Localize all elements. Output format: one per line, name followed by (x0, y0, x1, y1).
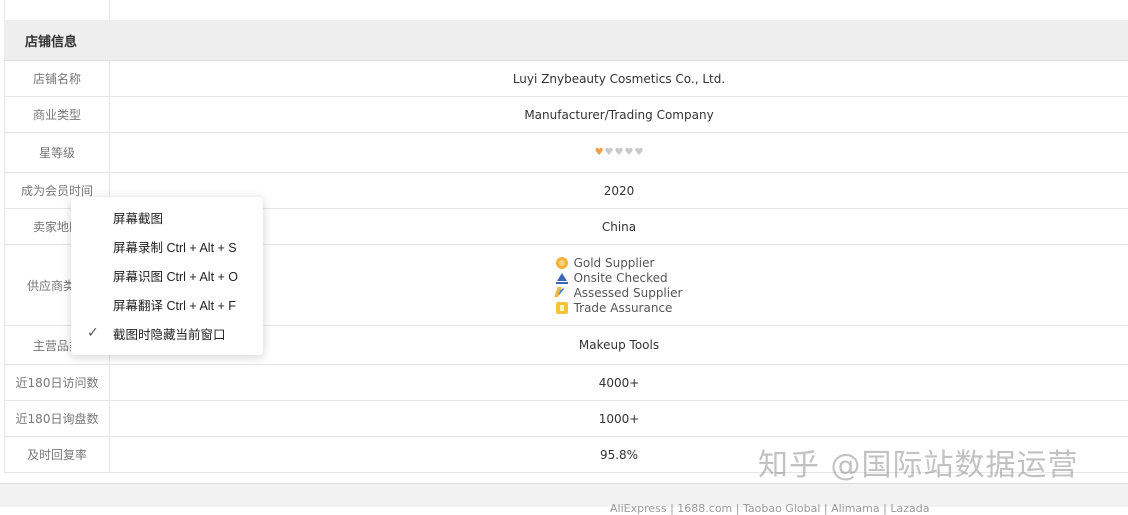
row-value: Manufacturer/Trading Company (524, 107, 714, 122)
star-rating: ♥ ♥ ♥ ♥ ♥ (594, 146, 644, 158)
supplier-type-item: Onsite Checked (555, 270, 683, 285)
supplier-type-label: Trade Assurance (573, 300, 673, 315)
row-visits-180d: 近180日访问数 4000+ (4, 365, 1128, 401)
row-value: -- (110, 0, 1128, 20)
supplier-type-list: Gold Supplier Onsite Checked Assessed Su… (555, 255, 683, 315)
page-footer: AliExpress | 1688.com | Taobao Global | … (0, 483, 1128, 515)
menu-item-screen-record[interactable]: 屏幕录制 Ctrl + Alt + S (71, 232, 263, 261)
onsite-checked-icon (555, 272, 568, 284)
watermark: 知乎 @国际站数据运营 (758, 448, 1079, 483)
footer-links[interactable]: AliExpress | 1688.com | Taobao Global | … (610, 502, 929, 515)
context-menu: 屏幕截图 屏幕录制 Ctrl + Alt + S 屏幕识图 Ctrl + Alt… (71, 197, 263, 355)
row-label: 近180日询盘数 (4, 401, 110, 436)
section-title: 店铺信息 (4, 20, 1128, 61)
menu-item-label: 屏幕翻译 Ctrl + Alt + F (113, 299, 236, 313)
row-label: 及时回复率 (4, 437, 110, 472)
star-empty-icon: ♥ (614, 146, 624, 158)
menu-item-screen-ocr[interactable]: 屏幕识图 Ctrl + Alt + O (71, 261, 263, 290)
menu-item-label: 屏幕截图 (113, 212, 164, 226)
checkmark-icon: ✓ (87, 324, 99, 340)
star-empty-icon: ♥ (624, 146, 634, 158)
menu-item-hide-window[interactable]: ✓ 截图时隐藏当前窗口 (71, 319, 263, 348)
row-label: 近180日访问数 (4, 365, 110, 400)
row-star-level: 星等级 ♥ ♥ ♥ ♥ ♥ (4, 133, 1128, 173)
row-inquiries-180d: 近180日询盘数 1000+ (4, 401, 1128, 437)
prev-row: -- (4, 0, 1128, 20)
menu-item-screenshot[interactable]: 屏幕截图 (71, 203, 263, 232)
supplier-type-label: Assessed Supplier (573, 285, 683, 300)
gold-supplier-icon (555, 256, 568, 269)
row-label: 店铺名称 (4, 61, 110, 96)
star-empty-icon: ♥ (604, 146, 614, 158)
row-value: 1000+ (598, 411, 640, 426)
supplier-type-item: Trade Assurance (555, 300, 683, 315)
row-value: Luyi Znybeauty Cosmetics Co., Ltd. (512, 71, 726, 86)
row-store-name: 店铺名称 Luyi Znybeauty Cosmetics Co., Ltd. (4, 61, 1128, 97)
menu-item-screen-translate[interactable]: 屏幕翻译 Ctrl + Alt + F (71, 290, 263, 319)
row-label (4, 0, 110, 20)
supplier-type-item: Assessed Supplier (556, 285, 683, 300)
trade-assurance-icon (555, 301, 568, 314)
menu-item-label: 截图时隐藏当前窗口 (113, 328, 226, 342)
row-label: 星等级 (4, 133, 110, 172)
row-value: 4000+ (598, 375, 640, 390)
supplier-type-label: Gold Supplier (573, 255, 655, 270)
row-business-type: 商业类型 Manufacturer/Trading Company (4, 97, 1128, 133)
assessed-supplier-icon (556, 285, 568, 299)
supplier-type-item: Gold Supplier (555, 255, 683, 270)
star-empty-icon: ♥ (634, 146, 644, 158)
row-value: ♥ ♥ ♥ ♥ ♥ (110, 133, 1128, 172)
menu-item-label: 屏幕录制 Ctrl + Alt + S (113, 241, 237, 255)
supplier-type-label: Onsite Checked (573, 270, 668, 285)
row-label: 商业类型 (4, 97, 110, 132)
star-filled-icon: ♥ (594, 146, 604, 158)
menu-item-label: 屏幕识图 Ctrl + Alt + O (113, 270, 239, 284)
